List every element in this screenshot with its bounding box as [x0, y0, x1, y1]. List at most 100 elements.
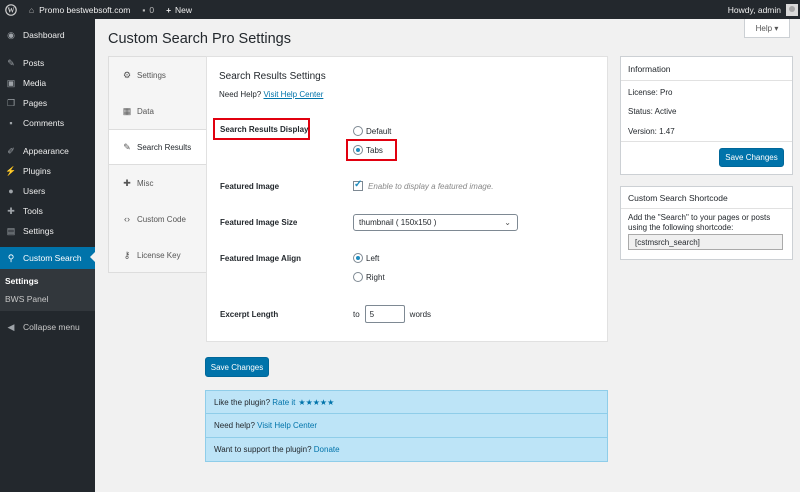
need-help-text: Need help? — [214, 421, 255, 430]
submenu-item-settings[interactable]: Settings — [0, 272, 95, 290]
sidebar-item-label: Tools — [23, 206, 43, 216]
information-box: Information License: Pro Status: Active … — [620, 56, 793, 175]
new-label: New — [175, 4, 193, 15]
featured-image-size-select[interactable]: thumbnail ( 150x150 ) ⌄ — [353, 214, 518, 231]
table-icon: ▦ — [122, 105, 132, 116]
radio-right-circle[interactable] — [353, 272, 363, 282]
sidebar-item-media[interactable]: ▣ Media — [0, 73, 95, 93]
site-name-link[interactable]: ⌂ Promo bestwebsoft.com — [23, 0, 136, 19]
excerpt-unit-label: words — [409, 309, 432, 319]
tab-label: Misc — [137, 178, 154, 188]
sidebar-item-dashboard[interactable]: ◉ Dashboard — [0, 25, 95, 45]
radio-default[interactable]: Default — [353, 126, 391, 136]
help-center-link[interactable]: Visit Help Center — [263, 90, 323, 99]
sidebar-item-settings[interactable]: ▤ Settings — [0, 221, 95, 241]
submenu-item-bws-panel[interactable]: BWS Panel — [0, 290, 95, 308]
version-text: Version: 1.47 — [628, 127, 675, 136]
chevron-down-icon: ⌄ — [504, 218, 511, 227]
donate-link[interactable]: Donate — [314, 445, 340, 454]
tab-label: Settings — [137, 70, 166, 80]
license-text: License: Pro — [628, 88, 673, 97]
svg-text:W: W — [8, 6, 15, 14]
tab-misc[interactable]: ✚ Misc — [109, 165, 206, 201]
comment-icon: ▪ — [9, 118, 13, 128]
key-icon: ⚷ — [123, 249, 131, 260]
rate-it-link[interactable]: Rate it — [272, 398, 295, 407]
pin-icon: ✎ — [123, 141, 131, 152]
like-plugin-text: Like the plugin? — [214, 397, 271, 407]
radio-default-circle[interactable] — [353, 126, 363, 136]
shortcode-field[interactable]: [cstmsrch_search] — [628, 234, 783, 250]
tab-license-key[interactable]: ⚷ License Key — [109, 237, 206, 273]
sidebar-item-pages[interactable]: ❐ Pages — [0, 93, 95, 113]
sidebar-item-tools[interactable]: ✚ Tools — [0, 201, 95, 221]
settings-tabs: ⚙ Settings ▦ Data ✎ Search Results ✚ Misc ‹›… — [108, 56, 208, 273]
radio-left-circle[interactable] — [353, 253, 363, 263]
tab-search-results[interactable]: ✎ Search Results — [109, 129, 208, 165]
display-label: Search Results Display — [220, 125, 309, 134]
media-icon: ▣ — [6, 77, 16, 88]
rating-stars-icon[interactable]: ★★★★★ — [298, 398, 334, 407]
collapse-menu-button[interactable]: ◀ Collapse menu — [0, 317, 95, 337]
new-content-link[interactable]: + New — [160, 0, 198, 19]
featured-image-label: Featured Image — [220, 182, 280, 191]
plus-icon: + — [166, 4, 172, 15]
section-title: Search Results Settings — [219, 71, 326, 82]
sidebar-item-comments[interactable]: ▪ Comments — [0, 113, 95, 133]
collapse-label: Collapse menu — [23, 322, 80, 332]
donate-notice: Want to support the plugin? Donate — [205, 438, 608, 462]
tab-settings[interactable]: ⚙ Settings — [109, 57, 206, 93]
radio-align-right[interactable]: Right — [353, 272, 385, 282]
rate-plugin-notice: Like the plugin? Rate it ★★★★★ — [205, 390, 608, 414]
sidebar-save-changes-button[interactable]: Save Changes — [719, 148, 784, 167]
sidebar-item-label: Custom Search — [23, 253, 82, 263]
tab-data[interactable]: ▦ Data — [109, 93, 206, 129]
help-tab-button[interactable]: Help ▾ — [744, 19, 790, 38]
radio-right-label: Right — [366, 272, 385, 282]
sidebar-item-label: Settings — [23, 226, 54, 236]
sidebar-item-users[interactable]: ● Users — [0, 181, 95, 201]
visit-help-center-link[interactable]: Visit Help Center — [257, 421, 317, 430]
featured-image-align-label: Featured Image Align — [220, 254, 302, 263]
tab-label: Data — [137, 106, 154, 116]
wrench-icon: ✚ — [7, 205, 15, 216]
help-tab-label: Help ▾ — [755, 23, 779, 33]
radio-tabs[interactable]: Tabs — [353, 145, 383, 155]
tab-custom-code[interactable]: ‹› Custom Code — [109, 201, 206, 237]
featured-image-checkbox[interactable] — [353, 179, 363, 191]
sidebar-item-posts[interactable]: ✎ Posts — [0, 53, 95, 73]
page-title: Custom Search Pro Settings — [108, 31, 291, 47]
featured-image-hint: Enable to display a featured image. — [368, 181, 494, 191]
sidebar-item-label: Media — [23, 78, 47, 88]
featured-image-size-value: thumbnail ( 150x150 ) — [359, 218, 437, 227]
tab-label: Custom Code — [137, 214, 186, 224]
radio-align-left[interactable]: Left — [353, 253, 379, 263]
plug-icon: ⚡ — [5, 165, 17, 176]
sidebar-item-label: Pages — [23, 98, 48, 108]
comments-link[interactable]: ▪ 0 — [136, 0, 160, 19]
search-icon: ⚲ — [7, 252, 15, 263]
need-help-line: Need Help? Visit Help Center — [219, 90, 323, 99]
pin-icon: ✎ — [7, 57, 15, 68]
comment-icon: ▪ — [142, 4, 146, 15]
wrench-icon: ✚ — [123, 177, 131, 188]
sidebar-item-custom-search[interactable]: ⚲ Custom Search — [0, 247, 95, 269]
featured-image-toggle[interactable]: Enable to display a featured image. — [353, 179, 494, 191]
save-changes-button[interactable]: Save Changes — [205, 357, 269, 377]
sidebar-item-appearance[interactable]: ✐ Appearance — [0, 141, 95, 161]
shortcode-description: Add the "Search" to your pages or posts … — [628, 213, 771, 232]
sidebar-item-plugins[interactable]: ⚡ Plugins — [0, 161, 95, 181]
admin-bar: W ⌂ Promo bestwebsoft.com ▪ 0 + New Howd… — [0, 0, 800, 19]
excerpt-length-input[interactable]: 5 — [364, 305, 405, 323]
user-icon: ● — [8, 186, 14, 196]
collapse-icon: ◀ — [7, 321, 15, 332]
brush-icon: ✐ — [7, 145, 15, 156]
account-menu[interactable]: Howdy, admin — [722, 0, 800, 19]
wordpress-logo-icon[interactable]: W — [0, 0, 23, 19]
code-icon: ‹› — [124, 214, 130, 224]
radio-default-label: Default — [366, 126, 392, 136]
information-title: Information — [621, 57, 792, 81]
radio-tabs-circle[interactable] — [353, 145, 363, 155]
excerpt-length-label: Excerpt Length — [220, 310, 279, 319]
custom-search-submenu: Settings BWS Panel — [0, 269, 95, 311]
